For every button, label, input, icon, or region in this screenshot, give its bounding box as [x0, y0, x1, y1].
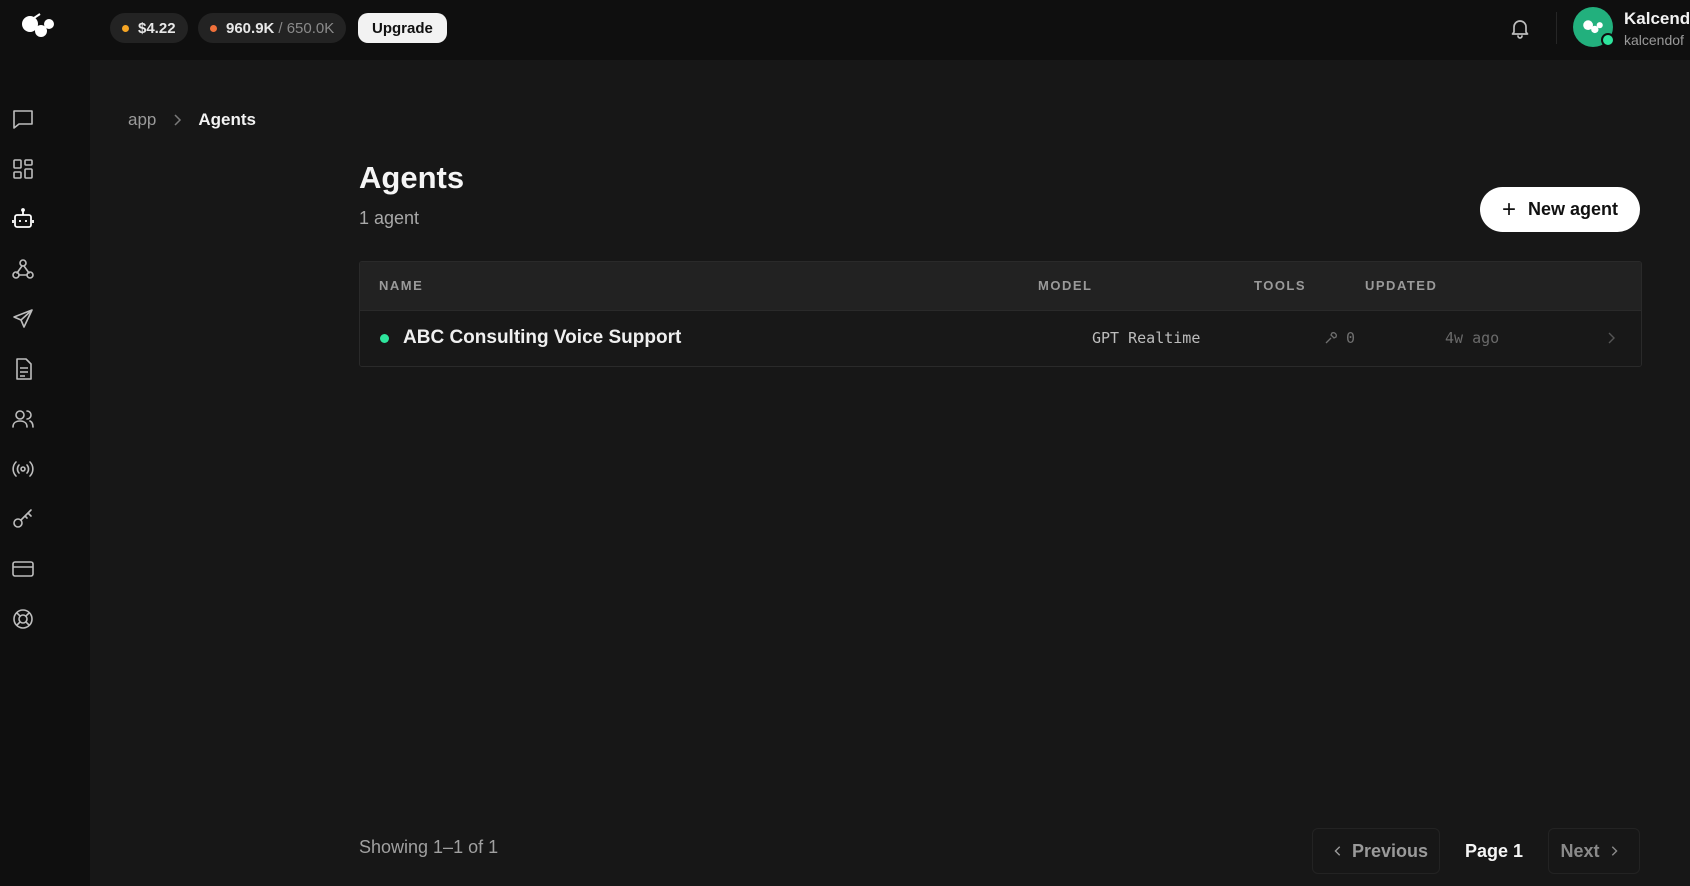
usage-used: 960.9K — [226, 19, 275, 37]
tools-count: 0 — [1346, 329, 1356, 347]
credit-balance-pill[interactable]: $4.22 — [110, 13, 188, 43]
next-page-button[interactable]: Next — [1548, 828, 1640, 874]
usage-dot-icon — [210, 24, 217, 32]
user-name[interactable]: Kalcend — [1624, 9, 1690, 29]
status-dot-icon — [380, 334, 389, 343]
chevron-right-icon[interactable] — [1604, 331, 1618, 345]
chat-icon[interactable] — [11, 107, 35, 131]
pagination-summary: Showing 1–1 of 1 — [359, 837, 499, 857]
user-handle: kalcendof — [1624, 32, 1684, 48]
previous-label: Previous — [1351, 840, 1429, 861]
dashboard-icon[interactable] — [11, 157, 35, 181]
lifebuoy-icon[interactable] — [11, 607, 35, 631]
column-header-tools: TOOLS — [1254, 278, 1307, 293]
broadcast-icon[interactable] — [11, 457, 35, 481]
chevron-right-icon — [1611, 846, 1618, 856]
page-title: Agents — [359, 160, 465, 195]
document-icon[interactable] — [11, 357, 35, 381]
app-logo-icon[interactable] — [20, 12, 56, 42]
breadcrumb-current: Agents — [198, 110, 256, 129]
avatar[interactable] — [1573, 7, 1615, 47]
column-header-name: NAME — [379, 278, 424, 293]
top-bar: $4.22 960.9K / 650.0K Upgrade Kalcend ka… — [0, 0, 1690, 56]
column-header-updated: UPDATED — [1365, 278, 1438, 293]
robot-icon[interactable] — [11, 207, 35, 231]
agent-tools: 0 — [1324, 329, 1355, 347]
usage-limit: / 650.0K — [278, 19, 335, 37]
agent-count: 1 agent — [359, 208, 420, 228]
chevron-right-icon — [174, 114, 182, 126]
breadcrumb: app Agents — [128, 110, 256, 130]
breadcrumb-root[interactable]: app — [128, 110, 156, 130]
agents-table: NAME MODEL TOOLS UPDATED ABC Consulting … — [359, 261, 1642, 367]
usage-pill[interactable]: 960.9K / 650.0K — [198, 13, 347, 43]
wrench-icon — [1325, 332, 1337, 344]
agent-name[interactable]: ABC Consulting Voice Support — [403, 327, 681, 349]
table-header: NAME MODEL TOOLS UPDATED — [360, 262, 1641, 311]
column-header-model: MODEL — [1038, 278, 1093, 293]
table-row[interactable]: ABC Consulting Voice Support GPT Realtim… — [360, 311, 1641, 366]
header-divider — [1556, 12, 1557, 44]
new-agent-label: New agent — [1527, 199, 1619, 219]
plus-icon: + — [1501, 195, 1516, 223]
bell-icon[interactable] — [1508, 16, 1532, 40]
send-icon[interactable] — [11, 307, 35, 331]
webhook-icon[interactable] — [11, 257, 35, 281]
key-icon[interactable] — [11, 507, 35, 531]
current-page: Page 1 — [1464, 840, 1524, 861]
previous-page-button[interactable]: Previous — [1312, 828, 1440, 874]
agent-model: GPT Realtime — [1092, 329, 1201, 347]
credit-dot-icon — [122, 24, 129, 32]
users-icon[interactable] — [11, 407, 35, 431]
agent-updated: 4w ago — [1445, 329, 1500, 347]
next-label: Next — [1560, 840, 1600, 861]
upgrade-button[interactable]: Upgrade — [358, 13, 447, 43]
credit-balance: $4.22 — [138, 19, 176, 37]
new-agent-button[interactable]: + New agent — [1480, 187, 1640, 232]
chevron-left-icon — [1334, 846, 1341, 856]
online-status-indicator — [1601, 33, 1615, 47]
main-panel: app Agents Agents 1 agent + New agent NA… — [90, 60, 1690, 886]
sidebar — [0, 56, 90, 886]
avatar-logo-icon — [1583, 20, 1603, 34]
credit-card-icon[interactable] — [11, 557, 35, 581]
